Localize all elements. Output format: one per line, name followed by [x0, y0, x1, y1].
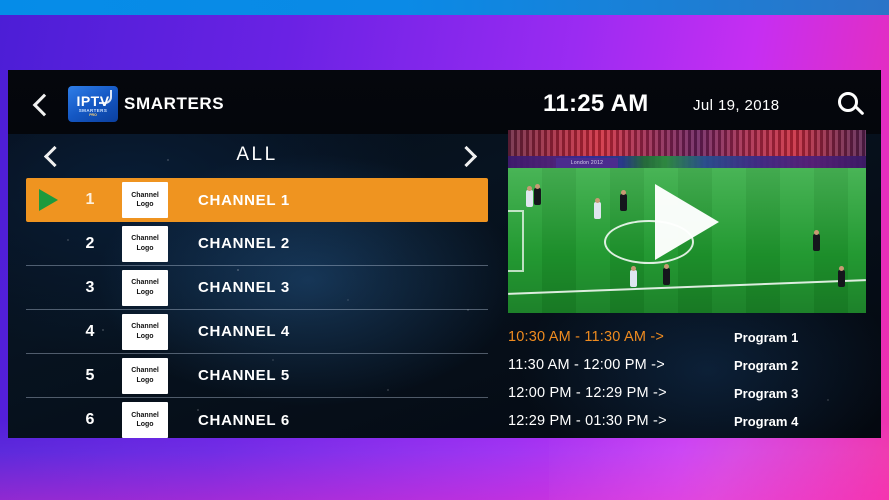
- pitch-penalty-box: [508, 210, 524, 272]
- channel-play-indicator: [26, 189, 70, 211]
- channel-list-panel: ALL 1 Channel Logo CHANNEL 1 2 Channel Logo CHA…: [26, 134, 488, 438]
- program-guide-row[interactable]: 10:30 AM - 11:30 AM -> Program 1: [508, 323, 866, 351]
- pitch-line: [508, 279, 866, 295]
- iptv-app-window: IPTV SMARTERS PRO SMARTERS 11:25 AM Jul …: [8, 70, 881, 438]
- channel-row[interactable]: 4 Channel Logo CHANNEL 4: [26, 310, 488, 354]
- channel-number: 1: [85, 191, 95, 208]
- app-brand: IPTV SMARTERS PRO SMARTERS: [68, 86, 224, 122]
- channel-logo: Channel Logo: [122, 313, 168, 350]
- channel-logo: Channel Logo: [122, 269, 168, 306]
- channel-name: CHANNEL 3: [198, 279, 290, 296]
- channel-row[interactable]: 6 Channel Logo CHANNEL 6: [26, 398, 488, 438]
- channel-name: CHANNEL 1: [198, 191, 290, 209]
- clock-label: 11:25 AM: [543, 90, 649, 117]
- channel-logo-line2: Logo: [136, 332, 154, 340]
- channel-logo: Channel Logo: [122, 357, 168, 394]
- player-figure: [838, 266, 845, 287]
- channel-logo: Channel Logo: [122, 225, 168, 262]
- player-figure: [813, 230, 820, 251]
- player-panel: London 2012 10:30 AM - 11:30 AM -> Progr…: [508, 130, 868, 435]
- channel-logo-line1: Channel: [131, 235, 159, 243]
- player-figure: [526, 186, 533, 207]
- date-label: Jul 19, 2018: [693, 97, 780, 114]
- scoreboard-banner: London 2012: [556, 158, 618, 168]
- channel-logo-line1: Channel: [131, 279, 159, 287]
- channel-logo-line2: Logo: [136, 376, 154, 384]
- play-triangle-icon: [38, 189, 58, 211]
- channel-name: CHANNEL 2: [198, 235, 290, 252]
- channel-logo-line1: Channel: [131, 367, 159, 375]
- player-figure: [663, 264, 670, 285]
- channel-logo-line2: Logo: [136, 244, 154, 252]
- channel-logo: Channel Logo: [122, 182, 168, 218]
- search-icon[interactable]: [838, 92, 866, 120]
- logo-pro-text: PRO: [89, 113, 97, 118]
- channel-name: CHANNEL 4: [198, 323, 290, 340]
- player-figure: [620, 190, 627, 211]
- program-guide-row[interactable]: 12:00 PM - 12:29 PM -> Program 3: [508, 379, 866, 407]
- channel-number: 4: [85, 322, 95, 340]
- video-player[interactable]: London 2012: [508, 130, 866, 313]
- program-guide-row[interactable]: 11:30 AM - 12:00 PM -> Program 2: [508, 351, 866, 379]
- channel-name: CHANNEL 5: [198, 367, 290, 384]
- channel-logo-line2: Logo: [136, 201, 154, 208]
- program-guide-list: 10:30 AM - 11:30 AM -> Program 1 11:30 AM …: [508, 323, 866, 435]
- app-top-bar: IPTV SMARTERS PRO SMARTERS 11:25 AM Jul …: [8, 70, 881, 134]
- player-figure: [594, 198, 601, 219]
- program-time-range: 10:30 AM - 11:30 AM ->: [508, 329, 665, 345]
- channel-logo-line1: Channel: [131, 191, 159, 199]
- category-title: ALL: [236, 144, 278, 165]
- brand-name-label: SMARTERS: [124, 94, 225, 113]
- program-time-range: 12:00 PM - 12:29 PM ->: [508, 385, 667, 401]
- channel-number: 2: [85, 234, 95, 252]
- category-prev-icon[interactable]: [44, 147, 60, 163]
- channel-logo-line2: Logo: [136, 288, 154, 296]
- program-title: Program 4: [734, 413, 799, 429]
- back-icon[interactable]: [32, 95, 50, 113]
- program-guide-row[interactable]: 12:29 PM - 01:30 PM -> Program 4: [508, 407, 866, 435]
- search-icon-handle: [854, 105, 865, 116]
- logo-iptv-text: IPTV: [76, 93, 110, 110]
- channel-row[interactable]: 5 Channel Logo CHANNEL 5: [26, 354, 488, 398]
- channel-logo-line2: Logo: [136, 421, 154, 428]
- play-button-overlay[interactable]: [655, 183, 719, 260]
- program-time-range: 11:30 AM - 12:00 PM ->: [508, 357, 665, 373]
- player-figure: [630, 266, 637, 287]
- promo-frame: IPTV SMARTERS PRO SMARTERS 11:25 AM Jul …: [0, 0, 889, 500]
- channel-number: 6: [85, 411, 95, 428]
- program-title: Program 1: [734, 329, 799, 345]
- channel-logo-line1: Channel: [131, 411, 159, 419]
- channel-row[interactable]: 3 Channel Logo CHANNEL 3: [26, 266, 488, 310]
- frame-top-band: [0, 0, 889, 15]
- iptv-smarters-logo-icon: IPTV SMARTERS PRO: [68, 86, 118, 122]
- category-bar: ALL: [26, 134, 488, 176]
- channel-row[interactable]: 2 Channel Logo CHANNEL 2: [26, 222, 488, 266]
- channel-logo-line1: Channel: [131, 323, 159, 331]
- program-title: Program 2: [734, 357, 799, 373]
- channel-row[interactable]: 1 Channel Logo CHANNEL 1: [26, 178, 488, 222]
- channel-list: 1 Channel Logo CHANNEL 1 2 Channel Logo CHANNEL…: [26, 178, 488, 438]
- program-title: Program 3: [734, 385, 799, 401]
- player-figure: [534, 184, 541, 205]
- category-next-icon[interactable]: [458, 147, 474, 163]
- channel-number: 5: [85, 366, 95, 384]
- channel-logo: Channel Logo: [122, 402, 168, 438]
- program-time-range: 12:29 PM - 01:30 PM ->: [508, 413, 667, 429]
- channel-name: CHANNEL 6: [198, 411, 290, 429]
- channel-number: 3: [85, 278, 95, 296]
